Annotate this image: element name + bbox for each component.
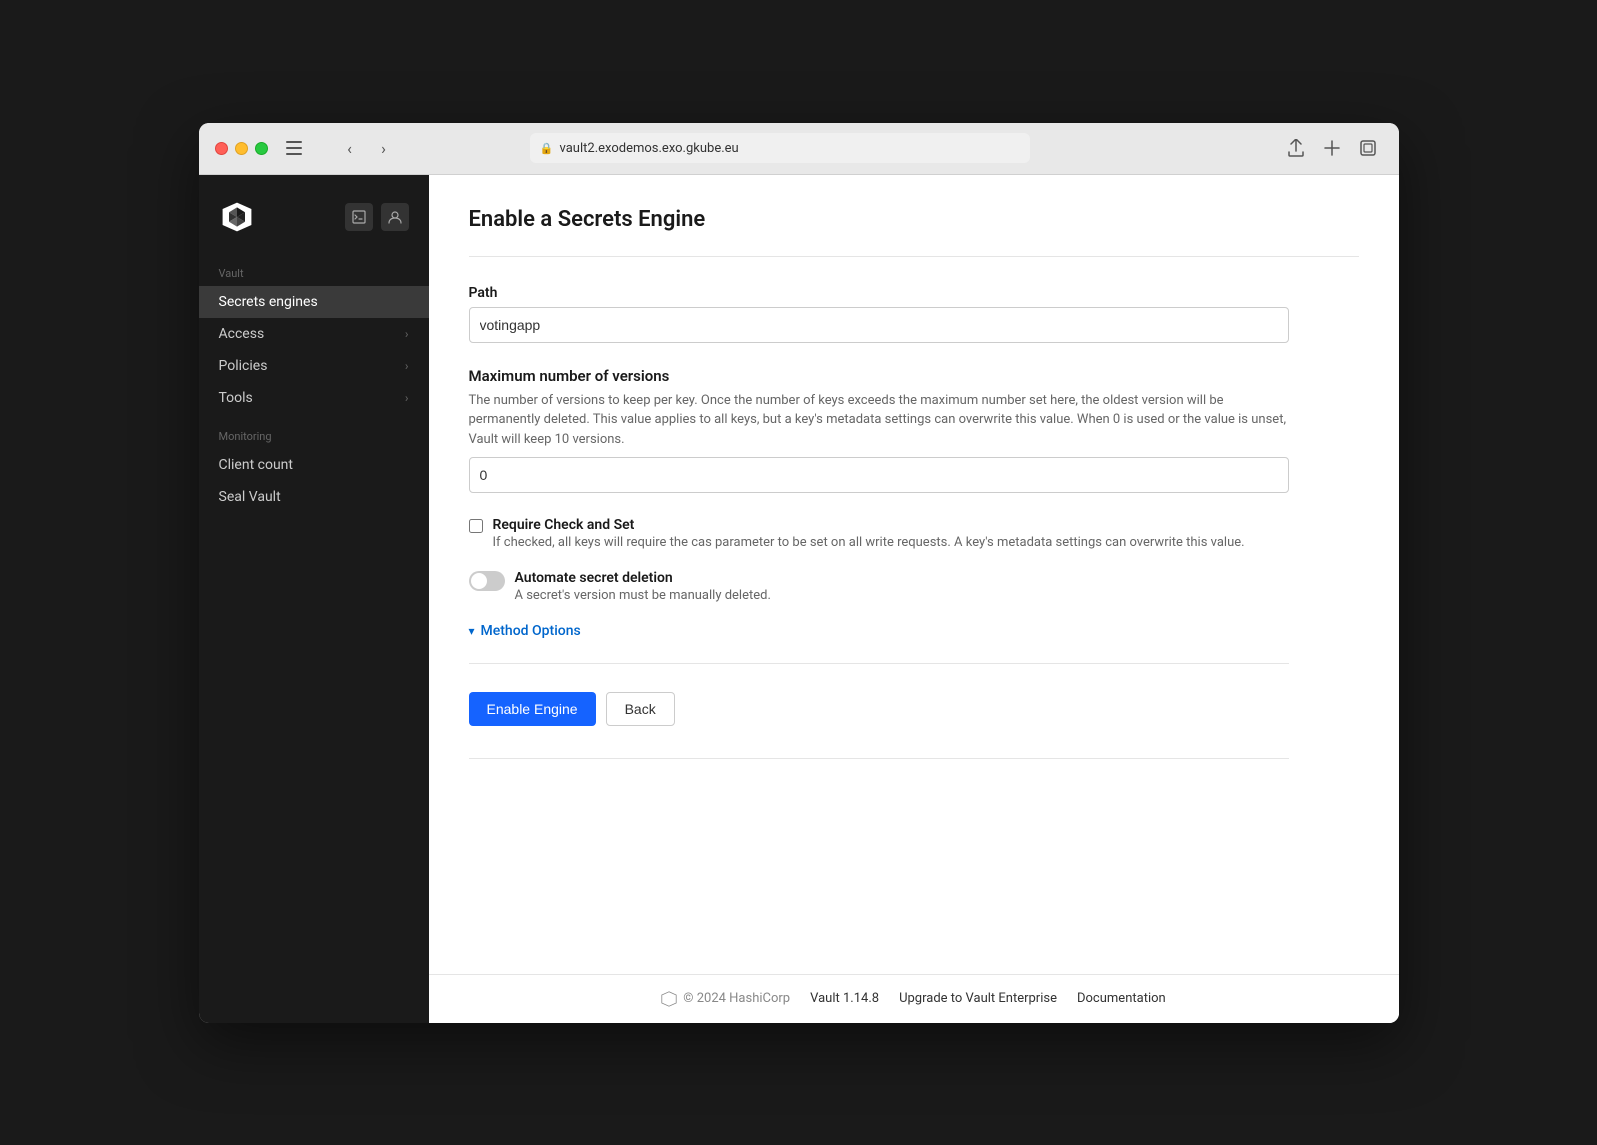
tabs-icon[interactable] <box>1354 134 1382 162</box>
sidebar-item-seal-vault[interactable]: Seal Vault <box>199 481 429 513</box>
chevron-down-icon: ▾ <box>469 624 475 638</box>
max-versions-input[interactable] <box>469 457 1289 493</box>
max-versions-description: The number of versions to keep per key. … <box>469 391 1289 450</box>
automate-deletion-option: Automate secret deletion A secret's vers… <box>469 570 1289 603</box>
sidebar-item-client-count-label: Client count <box>219 457 293 473</box>
sidebar-toggle-icon[interactable] <box>280 134 308 162</box>
back-nav-button[interactable]: ‹ <box>336 134 364 162</box>
path-label: Path <box>469 285 1289 301</box>
browser-titlebar: ‹ › 🔒 vault2.exodemos.exo.gkube.eu <box>199 123 1399 175</box>
sidebar-vault-label: Vault <box>199 255 429 286</box>
path-input[interactable] <box>469 307 1289 343</box>
sidebar-logo-area <box>199 191 429 255</box>
footer-copyright: © 2024 HashiCorp <box>683 991 790 1006</box>
max-versions-title: Maximum number of versions <box>469 367 1289 385</box>
browser-nav: ‹ › <box>336 134 398 162</box>
minimize-button[interactable] <box>235 142 248 155</box>
action-buttons: Enable Engine Back <box>469 692 1289 726</box>
automate-deletion-text: Automate secret deletion A secret's vers… <box>515 570 771 603</box>
sidebar-item-tools-label: Tools <box>219 390 253 406</box>
access-chevron-icon: › <box>405 327 409 341</box>
maximize-button[interactable] <box>255 142 268 155</box>
require-check-option: Require Check and Set If checked, all ke… <box>469 517 1289 550</box>
sidebar-icon-buttons <box>345 203 409 231</box>
automate-deletion-desc: A secret's version must be manually dele… <box>515 588 771 603</box>
main-content: Enable a Secrets Engine Path Maximum num… <box>429 175 1399 1023</box>
sidebar-item-policies[interactable]: Policies › <box>199 350 429 382</box>
sidebar-item-access-label: Access <box>219 326 265 342</box>
sidebar-item-policies-label: Policies <box>219 358 268 374</box>
user-icon-button[interactable] <box>381 203 409 231</box>
sidebar-item-client-count[interactable]: Client count <box>199 449 429 481</box>
sidebar-item-secrets-engines[interactable]: Secrets engines <box>199 286 429 318</box>
max-versions-group: Maximum number of versions The number of… <box>469 367 1289 494</box>
sidebar-monitoring-label: Monitoring <box>199 414 429 449</box>
method-options-toggle[interactable]: ▾ Method Options <box>469 623 1289 639</box>
require-check-checkbox[interactable] <box>469 519 483 533</box>
policies-chevron-icon: › <box>405 359 409 373</box>
require-check-text: Require Check and Set If checked, all ke… <box>493 517 1245 550</box>
tools-chevron-icon: › <box>405 391 409 405</box>
form-divider <box>469 663 1289 664</box>
sidebar: Vault Secrets engines Access › Policies … <box>199 175 429 1023</box>
footer-logo: © 2024 HashiCorp <box>661 991 790 1007</box>
lock-icon: 🔒 <box>540 142 554 155</box>
footer-version: Vault 1.14.8 <box>810 991 879 1006</box>
traffic-lights <box>215 142 268 155</box>
automate-deletion-toggle[interactable] <box>469 571 505 591</box>
app-layout: Vault Secrets engines Access › Policies … <box>199 175 1399 1023</box>
footer-upgrade-link[interactable]: Upgrade to Vault Enterprise <box>899 991 1057 1006</box>
sidebar-item-seal-vault-label: Seal Vault <box>219 489 281 505</box>
forward-nav-button[interactable]: › <box>370 134 398 162</box>
footer-documentation-link[interactable]: Documentation <box>1077 991 1166 1006</box>
path-group: Path <box>469 285 1289 343</box>
enable-engine-button[interactable]: Enable Engine <box>469 692 596 726</box>
sidebar-item-secrets-engines-label: Secrets engines <box>219 294 318 310</box>
method-options-label: Method Options <box>481 623 581 639</box>
new-tab-icon[interactable] <box>1318 134 1346 162</box>
title-divider <box>469 256 1359 257</box>
vault-logo <box>219 199 255 235</box>
automate-deletion-label: Automate secret deletion <box>515 570 771 586</box>
browser-actions <box>1282 134 1382 162</box>
bottom-divider <box>469 758 1289 759</box>
page-body: Enable a Secrets Engine Path Maximum num… <box>429 175 1399 974</box>
enable-engine-form: Path Maximum number of versions The numb… <box>469 285 1289 760</box>
require-check-label: Require Check and Set <box>493 517 1245 533</box>
url-bar[interactable]: 🔒 vault2.exodemos.exo.gkube.eu <box>530 133 1030 163</box>
browser-window: ‹ › 🔒 vault2.exodemos.exo.gkube.eu <box>199 123 1399 1023</box>
page-title: Enable a Secrets Engine <box>469 207 1359 232</box>
page-footer: © 2024 HashiCorp Vault 1.14.8 Upgrade to… <box>429 974 1399 1023</box>
close-button[interactable] <box>215 142 228 155</box>
terminal-icon-button[interactable] <box>345 203 373 231</box>
share-icon[interactable] <box>1282 134 1310 162</box>
url-text: vault2.exodemos.exo.gkube.eu <box>560 141 739 156</box>
require-check-desc: If checked, all keys will require the ca… <box>493 535 1245 550</box>
back-button[interactable]: Back <box>606 692 675 726</box>
sidebar-item-access[interactable]: Access › <box>199 318 429 350</box>
sidebar-item-tools[interactable]: Tools › <box>199 382 429 414</box>
